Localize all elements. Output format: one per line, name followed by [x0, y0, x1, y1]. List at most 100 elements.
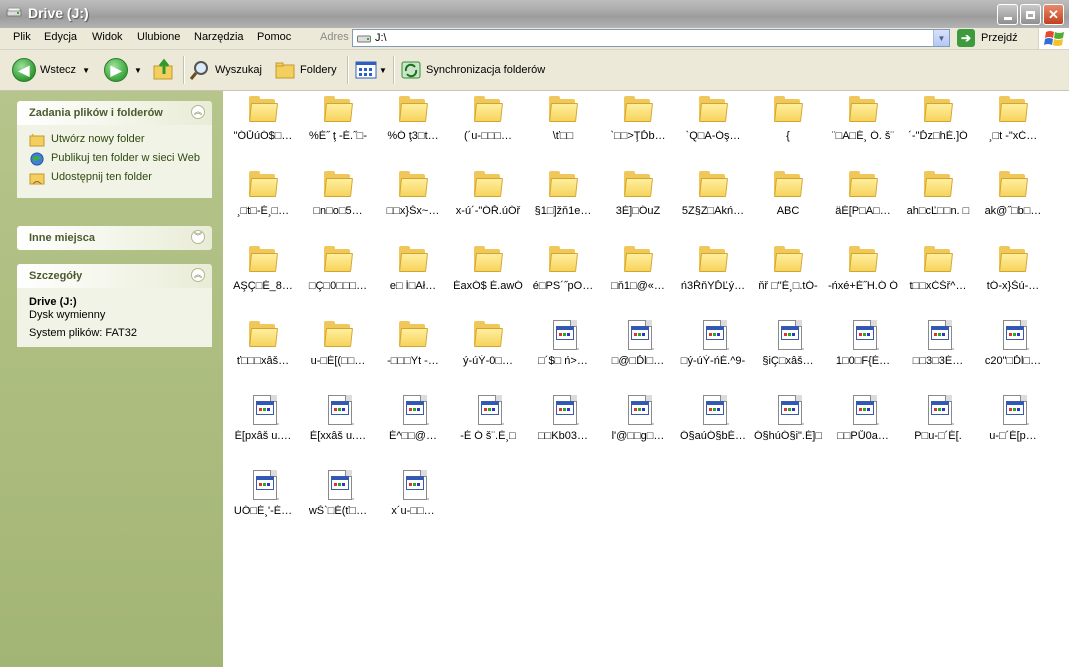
file-item[interactable]: Ó§húÓ§i".É]□ — [752, 395, 824, 442]
item-label: u-□´É[p… — [989, 430, 1037, 442]
program-file-icon — [547, 320, 579, 352]
address-dropdown-button[interactable]: ▼ — [933, 30, 949, 46]
folder-item[interactable]: x-ú´-"ÓŘ.úÓř — [452, 170, 524, 217]
toolbar-separator — [183, 56, 185, 84]
title-bar[interactable]: Drive (J:) ✕ — [0, 0, 1069, 28]
file-list-view[interactable]: "ÓŮúÓ$□… %É˝ ţ -É.˝□- %Ó ţ3□t… (´u-□□□… \ť□□… — [224, 91, 1069, 667]
views-button[interactable]: ▼ — [355, 56, 387, 84]
sync-button[interactable]: Synchronizacja folderów — [400, 56, 545, 84]
file-item[interactable]: É^□□@… — [377, 395, 449, 442]
file-item[interactable]: □□Kb03… — [527, 395, 599, 442]
menu-view[interactable]: Widok — [92, 31, 123, 43]
file-item[interactable]: É[xxâš u.… — [302, 395, 374, 442]
item-label: \ť□□ — [552, 130, 574, 142]
folder-item[interactable]: é□PS´˝pO… — [527, 245, 599, 292]
back-button[interactable]: ◀ Wstecz ▼ — [12, 56, 90, 84]
folder-item[interactable]: ý-úÝ-0□… — [452, 320, 524, 367]
forward-button[interactable]: ▶ ▼ — [104, 56, 142, 84]
collapse-chevron-icon[interactable]: ︽ — [191, 268, 205, 282]
tasks-panel-header[interactable]: Zadania plików i folderów ︽ — [17, 101, 212, 125]
folder-item[interactable]: □n□o□5… — [302, 170, 374, 217]
maximize-button[interactable] — [1020, 4, 1041, 25]
folder-item[interactable]: ÉaxÓ$ É.awÓ — [452, 245, 524, 292]
details-drive-type: Dysk wymienny — [29, 309, 106, 321]
task-publish-web[interactable]: Publikuj ten folder w sieci Web — [29, 152, 200, 166]
file-item[interactable]: wŠ`□É(ť□… — [302, 470, 374, 517]
folder-item[interactable]: □ň1□@«… — [602, 245, 674, 292]
folder-item[interactable]: u-□É[(□□… — [302, 320, 374, 367]
file-item[interactable]: c20"□Ďĺ□… — [977, 320, 1049, 367]
folder-item[interactable]: ¸□t -"xĆ… — [977, 95, 1049, 142]
other-places-header[interactable]: Inne miejsca ︾ — [17, 226, 212, 250]
search-button[interactable]: Wyszukaj — [189, 56, 262, 84]
item-label: x´u-□□… — [391, 505, 435, 517]
address-field[interactable]: J:\ ▼ — [352, 29, 950, 47]
folder-item[interactable]: ¸□t□-É¸□… — [227, 170, 299, 217]
menu-help[interactable]: Pomoc — [257, 31, 291, 43]
folder-item[interactable]: ak@˝□b□… — [977, 170, 1049, 217]
minimize-button[interactable] — [997, 4, 1018, 25]
file-item[interactable]: x´u-□□… — [377, 470, 449, 517]
folder-item[interactable]: ňř □"É¸□.tÓ- — [752, 245, 824, 292]
file-item[interactable]: 1□0□F{É… — [827, 320, 899, 367]
folder-item[interactable]: ah□cĽ□□n. □ — [902, 170, 974, 217]
folder-item[interactable]: tÓ-x}Šú-… — [977, 245, 1049, 292]
views-dropdown-icon[interactable]: ▼ — [379, 66, 387, 75]
folder-item[interactable]: □□x}Šx~… — [377, 170, 449, 217]
menu-tools[interactable]: Narzędzia — [194, 31, 244, 43]
file-item[interactable]: l'@□□g□… — [602, 395, 674, 442]
folder-item[interactable]: e□ Í□Ał… — [377, 245, 449, 292]
file-item[interactable]: É[pxâš u.… — [227, 395, 299, 442]
window-title: Drive (J:) — [28, 5, 89, 21]
close-button[interactable]: ✕ — [1043, 4, 1064, 25]
details-header[interactable]: Szczegóły ︽ — [17, 264, 212, 288]
folder-item[interactable]: (´u-□□□… — [452, 95, 524, 142]
folder-item[interactable]: t□□xĆŠř^… — [902, 245, 974, 292]
folders-button[interactable]: Foldery — [274, 56, 337, 84]
collapse-chevron-icon[interactable]: ︽ — [191, 105, 205, 119]
back-dropdown-icon[interactable]: ▼ — [82, 66, 90, 75]
menu-favorites[interactable]: Ulubione — [137, 31, 180, 43]
file-item[interactable]: □@□Ďĺ□… — [602, 320, 674, 367]
up-folder-button[interactable] — [152, 56, 176, 84]
program-file-icon — [847, 395, 879, 427]
item-label: P□u-□´É[. — [914, 430, 962, 442]
folder-item[interactable]: \ť□□ — [527, 95, 599, 142]
menu-file[interactable]: Plik — [13, 31, 31, 43]
file-item[interactable]: P□u-□´É[. — [902, 395, 974, 442]
folder-item[interactable]: ń3ŘňYĎĽý… — [677, 245, 749, 292]
folder-item[interactable]: -□□□Yt -… — [377, 320, 449, 367]
file-item[interactable]: -É Ó š¨.È¸□ — [452, 395, 524, 442]
menu-edit[interactable]: Edycja — [44, 31, 77, 43]
folder-item[interactable]: ť□□□xâš… — [227, 320, 299, 367]
folder-item[interactable]: %É˝ ţ -É.˝□- — [302, 95, 374, 142]
file-item[interactable]: u-□´É[p… — [977, 395, 1049, 442]
toolbar-separator — [347, 56, 349, 84]
file-item[interactable]: □´$□ ń>… — [527, 320, 599, 367]
folder-item[interactable]: %Ó ţ3□t… — [377, 95, 449, 142]
folder-item[interactable]: ABC — [752, 170, 824, 217]
folder-item[interactable]: -ńxé+É˝H.Ó Ó — [827, 245, 899, 292]
file-item[interactable]: □□3□3É… — [902, 320, 974, 367]
task-share-folder[interactable]: Udostępnij ten folder — [29, 171, 200, 185]
folder-item[interactable]: §1□]žň1e… — [527, 170, 599, 217]
folder-item[interactable]: ¨□A□É¸ Ó. š¨ — [827, 95, 899, 142]
folder-item[interactable]: □Ç□0□□□… — [302, 245, 374, 292]
folder-item[interactable]: 5Z§Z□Akń… — [677, 170, 749, 217]
folder-item[interactable]: AŞÇ□É_8… — [227, 245, 299, 292]
file-item[interactable]: □ý-úÝ-ńÉ.^9- — [677, 320, 749, 367]
task-new-folder[interactable]: Utwórz nowy folder — [29, 133, 200, 147]
folder-item[interactable]: `□□>ŢĎb… — [602, 95, 674, 142]
folder-item[interactable]: { — [752, 95, 824, 142]
forward-dropdown-icon[interactable]: ▼ — [134, 66, 142, 75]
file-item[interactable]: UÓ□É¸'-É… — [227, 470, 299, 517]
file-item[interactable]: □□PŮ0a… — [827, 395, 899, 442]
folder-item[interactable]: äÉ[P□A□… — [827, 170, 899, 217]
folder-item[interactable]: `Q□A-Óş… — [677, 95, 749, 142]
file-item[interactable]: §iÇ□xâš… — [752, 320, 824, 367]
expand-chevron-icon[interactable]: ︾ — [191, 230, 205, 244]
folder-item[interactable]: "ÓŮúÓ$□… — [227, 95, 299, 142]
file-item[interactable]: Ó§aúÓ§bÉ… — [677, 395, 749, 442]
folder-item[interactable]: 3É]□ÓuZ — [602, 170, 674, 217]
folder-item[interactable]: ´-"Ďz□hÉ.]Ó — [902, 95, 974, 142]
